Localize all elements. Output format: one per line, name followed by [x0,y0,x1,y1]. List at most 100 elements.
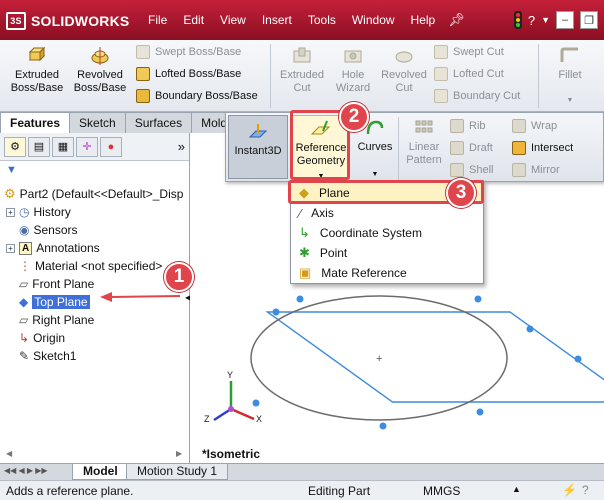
scroll-right-icon[interactable]: ▶ [176,449,182,458]
boundary-boss-icon [136,89,150,103]
tree-item-annotations[interactable]: + A Annotations [6,239,100,257]
instant3d-label: Instant3D [234,145,282,157]
linear-pattern-label: Linear Pattern [406,141,442,166]
callout-3: 3 [446,178,476,208]
extruded-boss-label: Extruded Boss/Base [10,69,64,94]
expand-icon[interactable]: + [6,243,15,253]
hole-wizard-icon [344,50,362,63]
linear-pattern-button[interactable]: Linear Pattern [402,115,446,179]
menu-view[interactable]: View [212,8,254,32]
instant3d-icon [248,124,268,138]
lofted-cut-button[interactable]: Lofted Cut [434,64,504,84]
tree-item-history[interactable]: + ◷ History [6,203,71,221]
expand-icon[interactable]: + [6,207,15,217]
instant3d-button[interactable]: Instant3D [228,115,288,179]
extruded-boss-button[interactable]: Extruded Boss/Base [6,46,68,106]
swept-cut-button[interactable]: Swept Cut [434,42,504,62]
tab-sketch[interactable]: Sketch [69,112,126,133]
menu-window[interactable]: Window [344,8,403,32]
lofted-cut-icon [434,67,448,81]
units-chevron-up-icon[interactable]: ▲ [512,484,521,494]
help-icon[interactable]: ? [582,483,589,497]
intersect-button[interactable]: Intersect [512,138,573,158]
lofted-boss-button[interactable]: Lofted Boss/Base [136,64,241,84]
boundary-boss-button[interactable]: Boundary Boss/Base [136,86,258,106]
ds-logo-icon: 3S [6,12,26,30]
fillet-button[interactable]: Fillet ▼ [542,46,598,106]
chevron-down-icon[interactable]: ▼ [541,15,550,25]
plane-handles [252,295,582,430]
plane-icon: ◆ [19,295,29,309]
tree-item-sketch1[interactable]: ✎ Sketch1 [19,347,76,365]
bottom-tabs: ◀◀ ◀ ▶ ▶▶ Model Motion Study 1 [0,463,604,480]
tab-surfaces[interactable]: Surfaces [124,112,193,133]
axis-icon: ∕ [299,205,302,221]
menu-help[interactable]: Help [403,8,444,32]
tree-item-material[interactable]: ⋮ Material <not specified> [19,257,162,275]
tree-item-right-plane[interactable]: ▱ Right Plane [19,311,94,329]
units-selector[interactable]: MMGS [423,484,460,498]
origin-icon: ↳ [19,331,30,345]
rebuild-icon[interactable]: ⚡ [562,483,577,497]
menu-insert[interactable]: Insert [254,8,300,32]
revolved-cut-button[interactable]: Revolved Cut [378,46,430,106]
menu-file[interactable]: File [140,8,175,32]
shell-button[interactable]: Shell [450,160,493,180]
menu-item-point[interactable]: ✱ Point [291,243,483,263]
wrap-label: Wrap [531,120,558,132]
revolved-cut-icon [395,51,413,63]
solidworks-logo[interactable]: 3S SOLIDWORKS [6,10,129,32]
boundary-cut-button[interactable]: Boundary Cut [434,86,520,106]
right-plane-label: Right Plane [32,313,95,327]
mirror-button[interactable]: Mirror [512,160,560,180]
boundary-boss-label: Boundary Boss/Base [155,90,258,102]
display-manager-tab-icon[interactable]: ● [100,136,122,157]
mirror-label: Mirror [531,164,560,176]
filter-icon[interactable]: ▼ [0,161,189,179]
tab-model[interactable]: Model [72,464,129,480]
minimize-button[interactable]: – [556,11,574,29]
toolbar-separator [398,117,399,181]
sensors-label: Sensors [33,223,78,237]
tab-motion-study-1[interactable]: Motion Study 1 [126,464,229,480]
features-toolbar: Instant3D Reference Geometry ▼ Curves ▼ … [225,112,604,182]
wrap-icon [512,119,526,133]
scroll-left-icon[interactable]: ◀ [6,449,12,458]
ribbon-separator [270,44,271,108]
menu-tools[interactable]: Tools [300,8,344,32]
menu-edit[interactable]: Edit [175,8,212,32]
chevron-down-icon[interactable]: ▼ [542,94,598,107]
hole-wizard-button[interactable]: Hole Wizard [330,46,376,106]
rebuild-traffic-light-icon[interactable] [513,11,522,29]
menu-item-mate-reference[interactable]: ▣ Mate Reference [291,263,483,283]
help-icon[interactable]: ? [528,13,535,28]
pin-icon[interactable]: 📌︎ [443,12,470,28]
fillet-label: Fillet [558,69,582,81]
draft-button[interactable]: Draft [450,138,493,158]
rib-icon [450,119,464,133]
tree-item-front-plane[interactable]: ▱ Front Plane [19,275,94,293]
tree-item-top-plane[interactable]: ◆ Top Plane [19,293,90,311]
menu-item-coordinate-system[interactable]: ↳ Coordinate System [291,223,483,243]
extruded-cut-button[interactable]: Extruded Cut [276,46,328,106]
feature-manager-tab-icon[interactable]: ⚙ [4,136,26,157]
rib-button[interactable]: Rib [450,116,486,136]
restore-button[interactable]: ❐ [580,11,598,29]
status-mode: Editing Part [308,484,371,498]
expand-tabs-icon[interactable]: » [178,139,185,154]
property-manager-tab-icon[interactable]: ▤ [28,136,50,157]
revolved-boss-button[interactable]: Revolved Boss/Base [70,46,130,106]
command-manager: Extruded Boss/Base Revolved Boss/Base Sw… [0,40,604,112]
dimxpert-tab-icon[interactable]: ✛ [76,136,98,157]
wrap-button[interactable]: Wrap [512,116,557,136]
tree-root-part[interactable]: ⚙ Part2 (Default<<Default>_Disp [4,185,183,203]
tree-item-origin[interactable]: ↳ Origin [19,329,65,347]
configuration-manager-tab-icon[interactable]: ▦ [52,136,74,157]
tab-scroll-icon[interactable]: ◀◀ ◀ ▶ ▶▶ [4,466,48,475]
tree-item-sensors[interactable]: ◉ Sensors [19,221,78,239]
coordinate-system-label: Coordinate System [319,226,422,240]
callout-arrow [100,292,181,302]
top-plane-label: Top Plane [32,295,90,309]
swept-boss-button[interactable]: Swept Boss/Base [136,42,241,62]
tab-features[interactable]: Features [0,112,71,133]
